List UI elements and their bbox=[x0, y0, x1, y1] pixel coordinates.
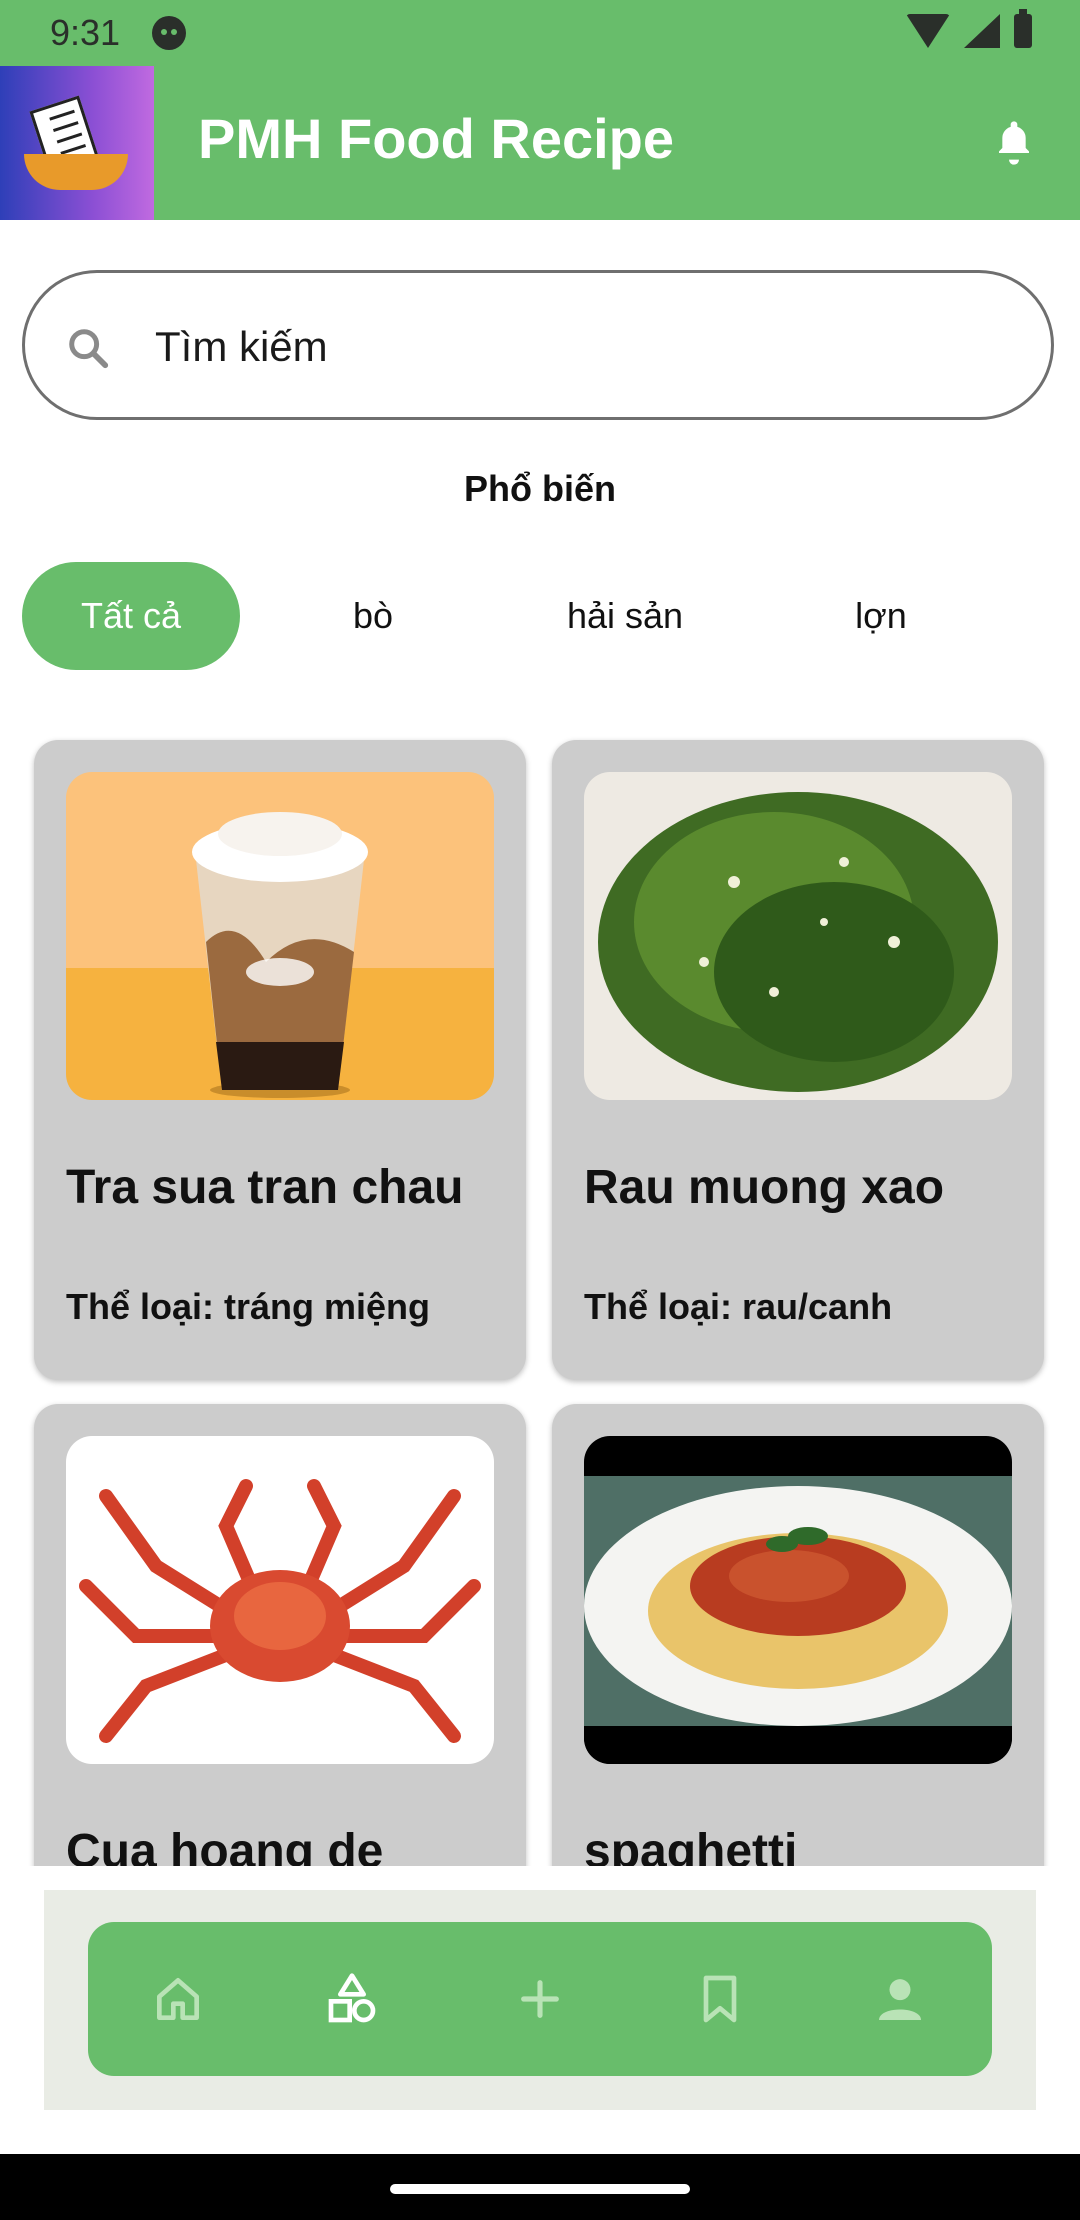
recipe-grid: Tra sua tran chau Thể loại: tráng miệng … bbox=[0, 736, 1080, 1866]
recipe-title: Cua hoang de bbox=[66, 1825, 384, 1866]
search-input[interactable]: Tìm kiếm bbox=[22, 270, 1054, 420]
status-time: 9:31 bbox=[50, 12, 121, 53]
add-icon[interactable] bbox=[512, 1971, 568, 2027]
recipe-image-king-crab bbox=[66, 1436, 494, 1764]
app-logo bbox=[0, 66, 154, 220]
recipe-title: spaghetti bbox=[584, 1825, 798, 1866]
bottom-nav bbox=[88, 1922, 992, 2076]
battery-icon bbox=[1014, 9, 1032, 48]
chip-beef[interactable]: bò bbox=[298, 562, 448, 670]
bookmark-icon[interactable] bbox=[692, 1971, 748, 2027]
recipe-title: Tra sua tran chau bbox=[66, 1161, 464, 1214]
recipe-title: Rau muong xao bbox=[584, 1161, 945, 1214]
system-nav-bar bbox=[0, 2154, 1080, 2220]
profile-icon[interactable] bbox=[872, 1971, 928, 2027]
app-bar: PMH Food Recipe bbox=[0, 66, 1080, 220]
categories-icon[interactable] bbox=[324, 1971, 380, 2027]
status-bar: 9:31 bbox=[0, 0, 1080, 66]
recipe-image-bubble-tea bbox=[66, 772, 494, 1100]
android-notification-icon bbox=[152, 16, 186, 50]
chip-pork[interactable]: lợn bbox=[810, 562, 952, 670]
search-placeholder: Tìm kiếm bbox=[155, 323, 328, 370]
recipe-category: Thể loại: rau/canh bbox=[584, 1286, 893, 1327]
chip-all[interactable]: Tất cả bbox=[22, 562, 240, 670]
recipe-image-water-spinach bbox=[584, 772, 1012, 1100]
chip-seafood[interactable]: hải sản bbox=[528, 562, 722, 670]
recipe-card[interactable]: Tra sua tran chau Thể loại: tráng miệng bbox=[34, 740, 526, 1380]
bowl-icon bbox=[24, 154, 128, 190]
status-icons bbox=[906, 9, 1032, 48]
recipe-category: Thể loại: tráng miệng bbox=[66, 1286, 431, 1327]
home-gesture-handle[interactable] bbox=[390, 2184, 690, 2194]
app-title: PMH Food Recipe bbox=[198, 107, 675, 170]
signal-icon bbox=[964, 14, 1000, 48]
wifi-icon bbox=[906, 14, 950, 48]
recipe-card[interactable]: Cua hoang de bbox=[34, 1404, 526, 1866]
search-icon bbox=[69, 329, 109, 369]
recipe-image-spaghetti bbox=[584, 1436, 1012, 1764]
bottom-nav-container bbox=[44, 1890, 1036, 2110]
recipe-card[interactable]: Rau muong xao Thể loại: rau/canh bbox=[552, 740, 1044, 1380]
section-title: Phổ biến bbox=[464, 468, 616, 509]
home-icon[interactable] bbox=[150, 1971, 206, 2027]
recipe-card[interactable]: spaghetti bbox=[552, 1404, 1044, 1866]
bell-icon[interactable] bbox=[994, 118, 1034, 168]
